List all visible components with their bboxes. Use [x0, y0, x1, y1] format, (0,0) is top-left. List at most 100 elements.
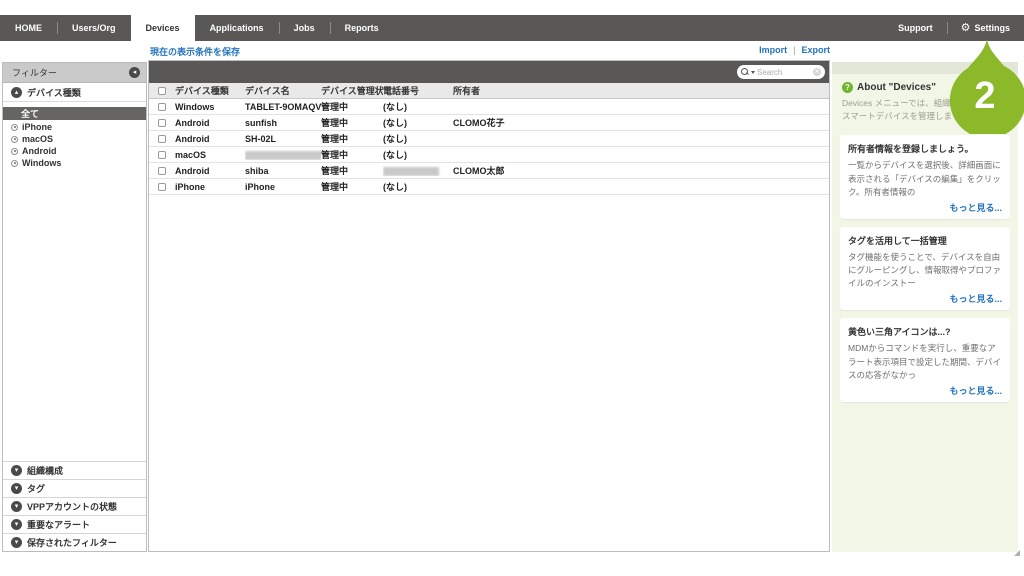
row-checkbox[interactable] [158, 103, 166, 111]
row-checkbox-cell [149, 103, 175, 111]
column-header-phone[interactable]: 電話番号 [383, 84, 453, 97]
cell-device-name: shiba [245, 166, 321, 176]
row-checkbox[interactable] [158, 135, 166, 143]
table-body: Windows TABLET-9OMAQVNM 管理中 (なし) Android… [149, 99, 829, 195]
nav-tab[interactable]: Users/Org [57, 15, 131, 41]
resize-grip[interactable] [1014, 550, 1020, 556]
step-badge: 2 [946, 38, 1024, 134]
cell-mgmt-status: 管理中 [321, 100, 383, 113]
radio-icon [11, 148, 18, 155]
row-checkbox[interactable] [158, 183, 166, 191]
nav-tabs: HOME Users/Org Devices Applications Jobs… [0, 15, 394, 41]
device-type-item[interactable]: 全て [3, 107, 146, 120]
cell-phone: (なし) [383, 180, 453, 193]
column-header-device-name[interactable]: デバイス名 [245, 84, 321, 97]
help-cards: 所有者情報を登録しましょう。 一覧からデバイスを選択後、詳細画面に表示される「デ… [832, 135, 1018, 402]
device-type-label: iPhone [22, 122, 52, 132]
column-header-device-type[interactable]: デバイス種類 [175, 84, 245, 97]
help-card: 黄色い三角アイコンは...? MDMからコマンドを実行し、重要なアラート表示項目… [840, 318, 1010, 402]
support-link[interactable]: Support [884, 15, 947, 41]
nav-tab[interactable]: Jobs [279, 15, 330, 41]
row-checkbox[interactable] [158, 167, 166, 175]
device-type-label: macOS [22, 134, 53, 144]
clear-search-icon[interactable]: ✕ [813, 68, 821, 76]
read-more-link[interactable]: もっと見る... [949, 386, 1002, 396]
about-devices-title: About "Devices" [857, 82, 936, 93]
chevron-down-icon: ▾ [11, 501, 22, 512]
device-type-item[interactable]: iPhone [3, 121, 146, 133]
filter-section-header[interactable]: ▾ 組織構成 [3, 461, 146, 479]
filter-section-header[interactable]: ▾ 重要なアラート [3, 515, 146, 533]
search-box[interactable]: ✕ [737, 65, 825, 79]
top-navbar: HOME Users/Org Devices Applications Jobs… [0, 15, 1024, 41]
cell-mgmt-status: 管理中 [321, 164, 383, 177]
help-card-title: タグを活用して一括管理 [848, 234, 1002, 247]
device-type-label: 全て [21, 107, 39, 120]
cell-mgmt-status: 管理中 [321, 148, 383, 161]
table-row[interactable]: macOS 管理中 (なし) [149, 147, 829, 163]
help-card: タグを活用して一括管理 タグ機能を使うことで、デバイスを自由にグルーピングし、情… [840, 227, 1010, 311]
filter-header: フィルター ◂ [3, 63, 146, 83]
help-panel: ? About "Devices" Devices メニューでは、組織内で利用す… [832, 62, 1018, 552]
table-row[interactable]: Android SH-02L 管理中 (なし) [149, 131, 829, 147]
column-header-owner[interactable]: 所有者 [453, 84, 829, 97]
filter-section-header[interactable]: ▾ 保存されたフィルター [3, 533, 146, 551]
step-badge-number: 2 [946, 66, 1024, 126]
read-more-link[interactable]: もっと見る... [949, 203, 1002, 213]
device-type-section-header[interactable]: ▴ デバイス種類 [3, 83, 146, 102]
import-export: Import | Export [759, 45, 830, 55]
device-type-item[interactable]: Android [3, 145, 146, 157]
help-card-body: 一覧からデバイスを選択後、詳細画面に表示される「デバイスの編集」をクリック。所有… [848, 159, 1002, 199]
select-all-checkbox[interactable] [158, 87, 166, 95]
filter-section-label: 組織構成 [27, 464, 63, 477]
cell-owner: CLOMO太郎 [453, 164, 829, 177]
help-card-title: 所有者情報を登録しましょう。 [848, 142, 1002, 155]
chevron-up-icon: ▴ [11, 87, 22, 98]
select-all-cell [149, 87, 175, 95]
column-header-mgmt-status[interactable]: デバイス管理状態 [321, 84, 383, 97]
filter-section-header[interactable]: ▾ タグ [3, 479, 146, 497]
table-row[interactable]: Android sunfish 管理中 (なし) CLOMO花子 [149, 115, 829, 131]
search-input[interactable] [757, 68, 811, 77]
help-card-body: タグ機能を使うことで、デバイスを自由にグルーピングし、情報取得やプロファイルのイ… [848, 251, 1002, 291]
collapse-sidebar-button[interactable]: ◂ [129, 67, 140, 78]
support-label: Support [898, 23, 933, 33]
nav-tab[interactable]: Devices [131, 15, 195, 41]
device-type-item[interactable]: Windows [3, 157, 146, 169]
filter-section-label: VPPアカウントの状態 [27, 500, 117, 513]
row-checkbox-cell [149, 183, 175, 191]
sidebar-spacer [3, 169, 146, 461]
help-card-title: 黄色い三角アイコンは...? [848, 325, 1002, 338]
clomo-devices-page: HOME Users/Org Devices Applications Jobs… [0, 0, 1024, 576]
read-more-link[interactable]: もっと見る... [949, 294, 1002, 304]
nav-tab[interactable]: Reports [330, 15, 394, 41]
radio-icon [11, 160, 18, 167]
device-type-label: Android [22, 146, 57, 156]
cell-device-name: TABLET-9OMAQVNM [245, 102, 321, 112]
row-checkbox[interactable] [158, 151, 166, 159]
filter-section-header[interactable]: ▾ VPPアカウントの状態 [3, 497, 146, 515]
table-row[interactable]: Windows TABLET-9OMAQVNM 管理中 (なし) [149, 99, 829, 115]
import-link[interactable]: Import [759, 45, 787, 55]
table-row[interactable]: iPhone iPhone 管理中 (なし) [149, 179, 829, 195]
device-type-label: Windows [22, 158, 61, 168]
row-checkbox[interactable] [158, 119, 166, 127]
cell-device-type: Android [175, 166, 245, 176]
nav-tab[interactable]: HOME [0, 15, 57, 41]
save-current-view-link[interactable]: 現在の表示条件を保存 [150, 45, 240, 58]
search-scope-caret-icon[interactable] [751, 71, 755, 74]
export-link[interactable]: Export [801, 45, 830, 55]
cell-owner: CLOMO花子 [453, 116, 829, 129]
filter-sidebar: フィルター ◂ ▴ デバイス種類 全て iPhone [2, 62, 147, 552]
filter-section-label: タグ [27, 482, 45, 495]
device-type-item[interactable]: macOS [3, 133, 146, 145]
row-checkbox-cell [149, 151, 175, 159]
cell-device-type: macOS [175, 150, 245, 160]
table-row[interactable]: Android shiba 管理中 CLOMO太郎 [149, 163, 829, 179]
cell-phone: (なし) [383, 116, 453, 129]
help-card: 所有者情報を登録しましょう。 一覧からデバイスを選択後、詳細画面に表示される「デ… [840, 135, 1010, 219]
row-checkbox-cell [149, 167, 175, 175]
radio-icon [11, 124, 18, 131]
gear-icon: ⚙ [961, 23, 971, 34]
nav-tab[interactable]: Applications [195, 15, 279, 41]
